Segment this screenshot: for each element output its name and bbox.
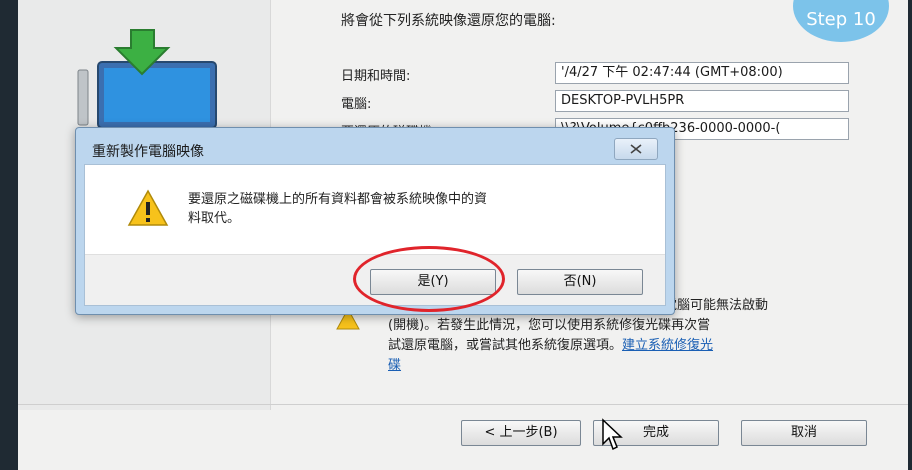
close-icon — [630, 144, 642, 154]
dialog-close-button[interactable] — [614, 138, 658, 160]
warning-icon — [127, 189, 169, 226]
dialog-footer: 是(Y) 否(N) — [85, 246, 665, 312]
create-repair-disc-link[interactable]: 建立系統修復光 — [622, 338, 713, 353]
cancel-button[interactable]: 取消 — [741, 420, 867, 446]
wizard-heading: 將會從下列系統映像還原您的電腦: — [341, 13, 556, 29]
dialog-title: 重新製作電腦映像 — [92, 144, 204, 160]
back-button[interactable]: < 上一步(B) — [461, 420, 581, 446]
step-badge: Step 10 — [793, 0, 889, 42]
dialog-body: 要還原之磁碟機上的所有資料都會被系統映像中的資 料取代。 是(Y) 否(N) — [84, 164, 666, 312]
highlight-circle — [353, 246, 505, 312]
computer-label: 電腦: — [341, 97, 372, 112]
confirm-dialog: 重新製作電腦映像 要還原之磁碟機上的所有資料都會被系統映像中的資 料取代。 是(… — [75, 127, 675, 315]
warning-line-2: (開機)。若發生此情況，您可以使用系統修復光碟再次嘗 — [388, 318, 711, 333]
datetime-label: 日期和時間: — [341, 69, 411, 84]
datetime-value: '/4/27 下午 02:47:44 (GMT+08:00) — [555, 62, 849, 84]
create-repair-disc-link-continued[interactable]: 碟 — [388, 356, 848, 376]
warning-line-3: 試還原電腦，或嘗試其他系統復原選項。 — [388, 338, 623, 353]
footer-separator — [18, 404, 908, 405]
system-image-restore-icon — [77, 29, 217, 129]
wizard-window: 將會從下列系統映像還原您的電腦: 日期和時間: '/4/27 下午 02:47:… — [18, 0, 908, 470]
dialog-message-line-1: 要還原之磁碟機上的所有資料都會被系統映像中的資 — [188, 192, 488, 207]
dialog-message: 要還原之磁碟機上的所有資料都會被系統映像中的資 料取代。 — [188, 190, 518, 228]
mouse-cursor-icon — [602, 418, 623, 451]
no-button[interactable]: 否(N) — [517, 269, 643, 295]
computer-value: DESKTOP-PVLH5PR — [555, 90, 849, 112]
dialog-message-line-2: 料取代。 — [188, 211, 241, 226]
